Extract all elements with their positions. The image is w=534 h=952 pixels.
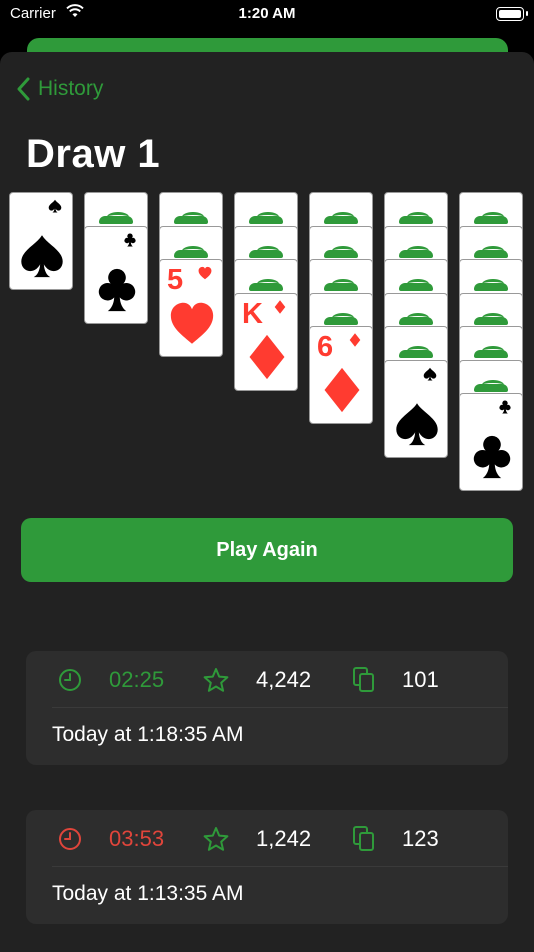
spades-small-icon bbox=[423, 367, 437, 386]
spades-icon bbox=[394, 401, 440, 452]
diamonds-icon bbox=[244, 334, 290, 385]
card-rank: 7 bbox=[467, 398, 484, 430]
hearts-icon bbox=[169, 300, 215, 351]
star-icon bbox=[203, 667, 229, 698]
card-rank: 5 bbox=[167, 264, 184, 296]
card-5-of-hearts[interactable]: 5 bbox=[159, 259, 223, 357]
card-8-of-spades[interactable]: 8 bbox=[9, 192, 73, 290]
score: 4,242 bbox=[256, 667, 312, 692]
score: 1,242 bbox=[256, 826, 312, 851]
card-k-of-diamonds[interactable]: K bbox=[234, 292, 298, 391]
card-7-of-clubs[interactable]: 7 bbox=[459, 393, 523, 491]
back-button[interactable]: History bbox=[16, 76, 103, 102]
card-j-of-spades[interactable]: J bbox=[384, 359, 448, 458]
chevron-left-icon bbox=[17, 77, 30, 101]
page-title: Draw 1 bbox=[26, 132, 161, 176]
card-rank: 6 bbox=[317, 331, 334, 363]
hearts-small-icon bbox=[198, 266, 212, 285]
card-rank: K bbox=[242, 297, 263, 330]
diamonds-small-icon bbox=[348, 333, 362, 352]
clubs-small-icon bbox=[123, 233, 137, 252]
history-stats-row: 03:53 1,242 123 bbox=[26, 810, 508, 867]
elapsed-time: 02:25 bbox=[109, 667, 165, 692]
history-item[interactable]: 02:25 4,242 101 Today at 1:18:35 AM bbox=[26, 651, 508, 765]
spades-small-icon bbox=[48, 199, 62, 218]
star-icon bbox=[203, 826, 229, 857]
back-button-label: History bbox=[38, 77, 104, 100]
card-rank: 8 bbox=[17, 197, 34, 229]
clock-icon bbox=[58, 827, 82, 856]
card-rank: 2 bbox=[92, 230, 109, 263]
moves-icon bbox=[352, 825, 376, 858]
history-date: Today at 1:13:35 AM bbox=[52, 882, 244, 905]
battery-icon bbox=[496, 7, 528, 21]
divider bbox=[52, 707, 508, 708]
history-date: Today at 1:18:35 AM bbox=[52, 723, 244, 746]
clubs-icon bbox=[94, 267, 140, 318]
play-again-button[interactable]: Play Again bbox=[21, 518, 513, 582]
diamonds-icon bbox=[319, 367, 365, 418]
card-2-of-clubs[interactable]: 2 bbox=[84, 225, 148, 324]
elapsed-time: 03:53 bbox=[109, 826, 165, 851]
moves-count: 123 bbox=[402, 826, 439, 851]
card-rank: J bbox=[392, 364, 409, 397]
divider bbox=[52, 866, 508, 867]
moves-icon bbox=[352, 666, 376, 699]
moves-count: 101 bbox=[402, 667, 439, 692]
spades-icon bbox=[19, 233, 65, 284]
card-6-of-diamonds[interactable]: 6 bbox=[309, 326, 373, 424]
clock-icon bbox=[58, 668, 82, 697]
history-stats-row: 02:25 4,242 101 bbox=[26, 651, 508, 708]
clock: 1:20 AM bbox=[238, 5, 296, 22]
status-bar: Carrier 1:20 AM bbox=[0, 0, 534, 30]
history-item[interactable]: 03:53 1,242 123 Today at 1:13:35 AM bbox=[26, 810, 508, 924]
diamonds-small-icon bbox=[273, 299, 287, 319]
clubs-icon bbox=[469, 434, 515, 485]
clubs-small-icon bbox=[498, 400, 512, 419]
